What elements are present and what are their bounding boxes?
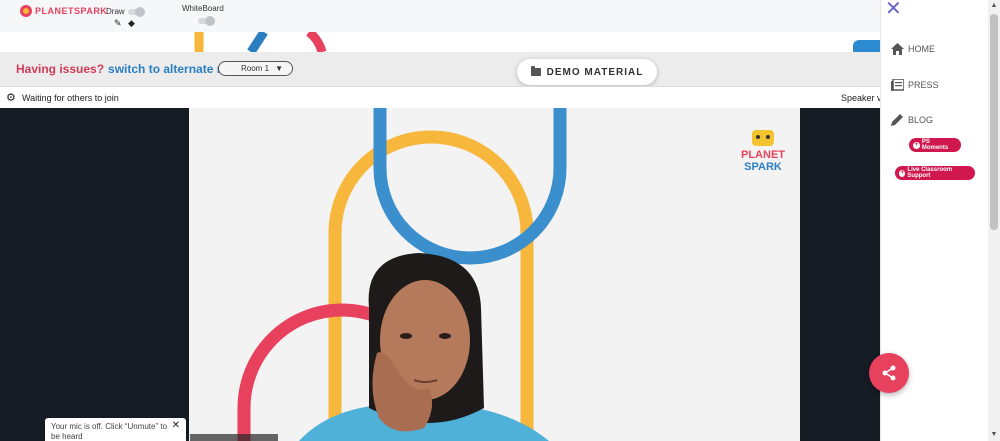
nav-label-home: HOME	[908, 44, 935, 54]
live-support-button[interactable]: + Live Classroom Support	[895, 166, 975, 180]
planetspark-logo[interactable]: PLANETSPARK	[20, 5, 107, 17]
share-button[interactable]	[869, 353, 909, 393]
eraser-icon[interactable]: ◆	[128, 18, 135, 29]
top-toolbar: PLANETSPARK Draw ✎ ◆ WhiteBoard	[0, 0, 880, 32]
ps-moments-button[interactable]: + PS Moments	[909, 138, 961, 152]
room-select[interactable]: Room 1 ▼	[218, 61, 293, 76]
issues-message: Having issues? switch to alternate room	[16, 62, 247, 76]
nav-item-home[interactable]: HOME	[891, 43, 935, 55]
video-area: PLANET SPARK	[0, 108, 880, 441]
caret-down-icon: ▼	[275, 64, 283, 73]
scroll-down-icon[interactable]: ▼	[988, 429, 1000, 441]
status-bar: ⚙ Waiting for others to join Speaker vie…	[0, 86, 880, 108]
pencil-icon	[891, 114, 903, 126]
home-icon	[891, 43, 904, 55]
draw-toggle[interactable]	[128, 7, 145, 17]
room-select-value: Room 1	[241, 64, 270, 73]
nav-item-blog[interactable]: BLOG	[891, 114, 933, 126]
scroll-up-icon[interactable]: ▲	[988, 0, 1000, 12]
pencil-icon[interactable]: ✎	[114, 18, 122, 29]
nav-label-press: PRESS	[908, 80, 939, 90]
gear-icon[interactable]: ⚙	[6, 91, 16, 104]
whiteboard-toggle[interactable]	[198, 16, 215, 26]
whiteboard-label: WhiteBoard	[182, 4, 224, 13]
waiting-text: Waiting for others to join	[22, 93, 119, 103]
folder-icon	[530, 66, 541, 76]
close-icon[interactable]: ✕	[172, 421, 180, 431]
planetspark-stage-logo: PLANET SPARK	[741, 130, 785, 173]
demo-material-label: DEMO MATERIAL	[546, 66, 644, 78]
close-icon[interactable]: ✕	[885, 0, 902, 19]
mic-off-message: Your mic is off. Click “Unmute” to be he…	[51, 422, 168, 441]
ps-moments-label: PS Moments	[921, 139, 949, 151]
live-support-label: Live Classroom Support	[907, 167, 953, 179]
speaker-view-toggle[interactable]: Speaker view	[841, 93, 880, 103]
share-icon	[882, 365, 896, 381]
mic-off-toast: Your mic is off. Click “Unmute” to be he…	[45, 418, 186, 441]
draw-label: Draw	[106, 7, 125, 16]
issues-question: Having issues?	[16, 62, 105, 76]
plus-icon: +	[913, 141, 920, 149]
participant-video	[299, 253, 549, 441]
nav-label-blog: BLOG	[908, 115, 934, 125]
press-icon	[891, 79, 904, 91]
room-bar: Having issues? switch to alternate room R…	[0, 52, 880, 86]
scroll-thumb[interactable]	[990, 14, 998, 230]
stage-logo-line2: SPARK	[744, 161, 782, 173]
logo-text: PLANETSPARK	[35, 6, 108, 16]
nav-item-press[interactable]: PRESS	[891, 79, 939, 91]
robot-icon	[752, 130, 774, 146]
header-arches-decoration	[194, 32, 327, 52]
participant-name-tag	[190, 434, 278, 441]
demo-material-button[interactable]: DEMO MATERIAL	[517, 59, 657, 85]
video-stage: PLANET SPARK	[189, 108, 800, 441]
plus-icon: +	[899, 169, 906, 177]
stage-logo-line1: PLANET	[741, 149, 785, 161]
page-scrollbar[interactable]: ▲ ▼	[988, 0, 1000, 441]
logo-icon	[20, 5, 32, 17]
